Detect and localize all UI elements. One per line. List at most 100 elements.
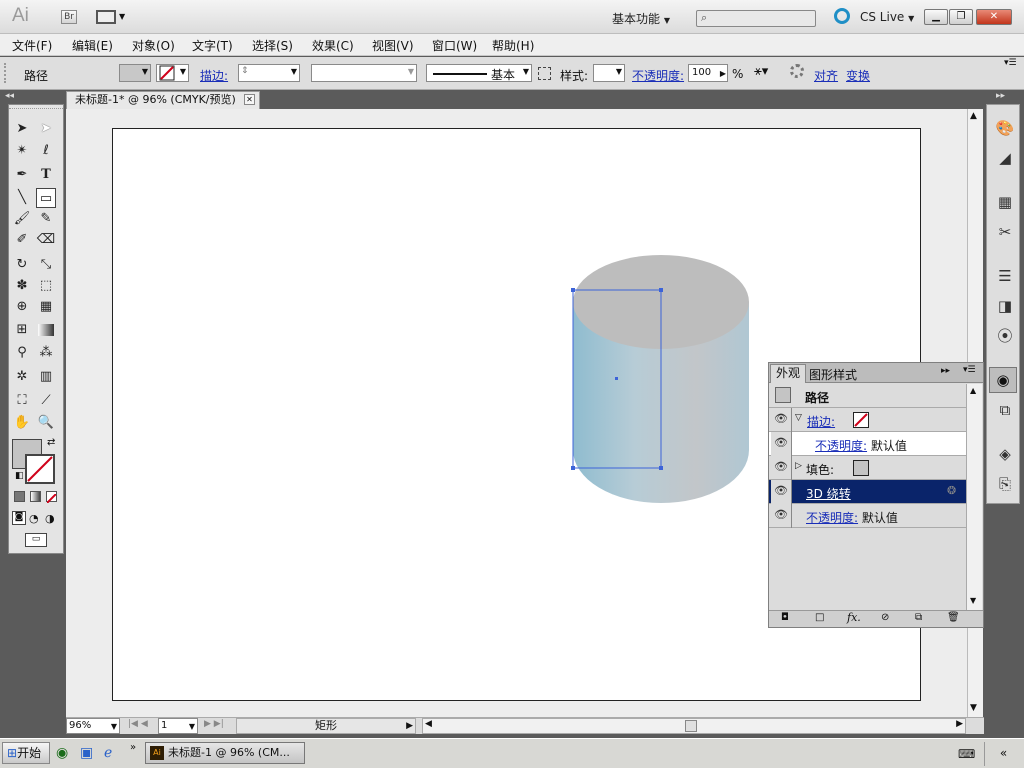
gradient-mode-icon[interactable] [30,491,41,502]
menu-object[interactable]: 对象(O) [132,37,175,54]
menu-edit[interactable]: 编辑(E) [72,37,113,54]
current-tool-status[interactable]: 矩形 ▶ [236,718,416,734]
tab-appearance[interactable]: 外观 [770,364,806,383]
paintbrush-tool-icon[interactable]: 🖌 [12,209,32,229]
disclosure-triangle-closed-icon[interactable]: ▷ [795,461,802,471]
transform-link[interactable]: 变换 [846,67,870,84]
keyboard-icon[interactable]: ⌨ [958,747,975,761]
swap-fill-stroke-icon[interactable]: ⇄ [47,437,55,448]
swatches-icon[interactable]: ▦ [995,193,1015,211]
stepper-icon[interactable]: ⇕ [241,66,249,76]
variable-width-field[interactable]: ▼ [311,64,417,82]
align-link[interactable]: 对齐 [814,67,838,84]
cs-live-icon[interactable] [834,8,850,24]
scroll-up-icon[interactable]: ▲ [970,386,976,395]
draw-normal-icon[interactable]: ◙ [12,511,26,525]
visibility-eye-icon[interactable]: 👁 [771,504,791,528]
opacity-input[interactable]: 100 ▶ [688,64,728,82]
transparency-panel-icon[interactable]: ◨ [995,297,1015,315]
warp-tool-icon[interactable]: ✽ [12,276,32,296]
sub-opacity-label[interactable]: 不透明度: [815,439,867,453]
panel-scrollbar[interactable]: ▲ ▼ [966,384,982,610]
free-transform-tool-icon[interactable]: ⬚ [36,276,56,296]
rectangle-tool-icon[interactable]: ▭ [36,188,56,208]
gradient-tool-icon[interactable] [38,324,54,336]
close-button[interactable]: ✕ [976,9,1012,25]
start-button[interactable]: ⊞开始 [2,742,50,764]
appearance-row-3d-revolve[interactable]: 👁 3D 绕转 ❂ [769,480,966,504]
taskbar-illustrator-button[interactable]: Ai 未标题-1 @ 96% (CM... [145,742,305,764]
stroke-label[interactable]: 描边: [200,67,228,84]
symbols-icon[interactable]: ⦿ [995,327,1015,345]
visibility-eye-icon[interactable]: 👁 [771,408,791,432]
screen-mode-icon[interactable]: ▭ [25,533,47,547]
appearance-row-stroke-opacity[interactable]: 👁 不透明度: 默认值 [769,432,966,456]
perspective-grid-tool-icon[interactable]: ▦ [36,297,56,317]
fill-swatch[interactable] [853,460,869,476]
panel-menu-icon[interactable]: ▾☰ [963,365,976,375]
fx-icon[interactable]: ❂ [947,484,956,497]
no-stroke-icon[interactable] [853,412,869,428]
opacity-row-label[interactable]: 不透明度: [806,511,858,525]
opacity-label[interactable]: 不透明度: [632,67,684,84]
rotate-tool-icon[interactable]: ↻ [12,255,32,275]
menu-help[interactable]: 帮助(H) [492,37,534,54]
stroke-row-label[interactable]: 描边: [807,413,835,430]
appearance-panel-icon[interactable]: ◉ [989,367,1017,393]
anchor-point[interactable] [659,288,663,292]
cs-live-menu[interactable]: CS Live ▼ [860,10,914,24]
bridge-button[interactable]: Br [61,10,77,24]
panel-menu-icon[interactable]: ▾☰ [1004,58,1017,68]
recolor-artwork-icon[interactable]: ⚹▾ [754,64,768,79]
clear-appearance-icon[interactable]: ⊘ [881,612,889,623]
appearance-row-opacity[interactable]: 👁 不透明度: 默认值 [769,504,966,528]
symbol-sprayer-tool-icon[interactable]: ✲ [12,367,32,387]
anchor-point[interactable] [659,466,663,470]
none-mode-icon[interactable] [46,491,57,504]
help-search-input[interactable]: ⌕ [696,10,816,27]
quick-launch-more-icon[interactable]: » [130,742,136,753]
document-tab[interactable]: 未标题-1* @ 96% (CMYK/预览) ✕ [66,91,260,109]
stroke-weight-field[interactable]: ⇕ ▼ [238,64,300,82]
shape-builder-tool-icon[interactable]: ⊕ [12,297,32,317]
expand-panel-icon[interactable]: ▸▸ [941,366,950,376]
slice-tool-icon[interactable]: ⟋ [36,391,56,411]
mesh-tool-icon[interactable]: ⊞ [12,320,32,340]
appearance-row-fill[interactable]: 👁 ▷ 填色: [769,456,966,480]
arrange-documents-icon[interactable] [96,10,116,24]
artboards-panel-icon[interactable]: ⎘ [995,475,1015,493]
add-new-fill-icon[interactable]: □ [815,612,824,623]
cylinder-artwork[interactable] [560,245,765,510]
scroll-thumb[interactable] [685,720,697,732]
gradient-panel-icon[interactable]: ◢ [995,149,1015,167]
add-new-effect-icon[interactable]: fx. [847,611,861,624]
color-guide-icon[interactable]: 🎨 [995,119,1015,137]
blend-tool-icon[interactable]: ⁂ [36,343,56,363]
menu-select[interactable]: 选择(S) [252,37,293,54]
lasso-tool-icon[interactable]: ℓ [36,141,56,161]
hand-tool-icon[interactable]: ✋ [12,413,32,433]
add-new-stroke-icon[interactable]: ◘ [781,612,789,623]
artboard-number-select[interactable]: 1 ▼ [158,718,198,734]
desktop-icon[interactable]: ▣ [80,745,93,761]
visibility-eye-icon[interactable]: 👁 [771,456,791,480]
minimize-button[interactable]: ▁ [924,9,948,25]
menu-file[interactable]: 文件(F) [12,37,52,54]
brushes-icon[interactable]: ✂ [995,223,1015,241]
first-artboard-icon[interactable]: |◀ ◀ [128,719,148,729]
layers-icon[interactable]: ◈ [995,445,1015,463]
brush-profile-field[interactable]: 基本 ▼ [426,64,532,82]
pencil-tool-icon[interactable]: ✎ [36,209,56,229]
draw-behind-icon[interactable]: ◔ [29,512,39,525]
pen-tool-icon[interactable]: ✒ [12,165,32,185]
chevron-down-icon[interactable]: ▼ [119,12,125,21]
close-tab-icon[interactable]: ✕ [244,94,255,105]
graphic-styles-icon[interactable]: ⧉ [995,401,1015,419]
collapse-icon[interactable]: ◂◂ [5,91,14,101]
stroke-swatch[interactable] [25,454,55,484]
draw-inside-icon[interactable]: ◑ [45,512,55,525]
direct-selection-tool-icon[interactable]: ➤ [36,119,56,139]
chevron-down-icon[interactable]: ▼ [408,67,414,76]
fill-color-swatch[interactable]: ▼ [119,64,151,82]
line-tool-icon[interactable]: ╲ [12,188,32,208]
